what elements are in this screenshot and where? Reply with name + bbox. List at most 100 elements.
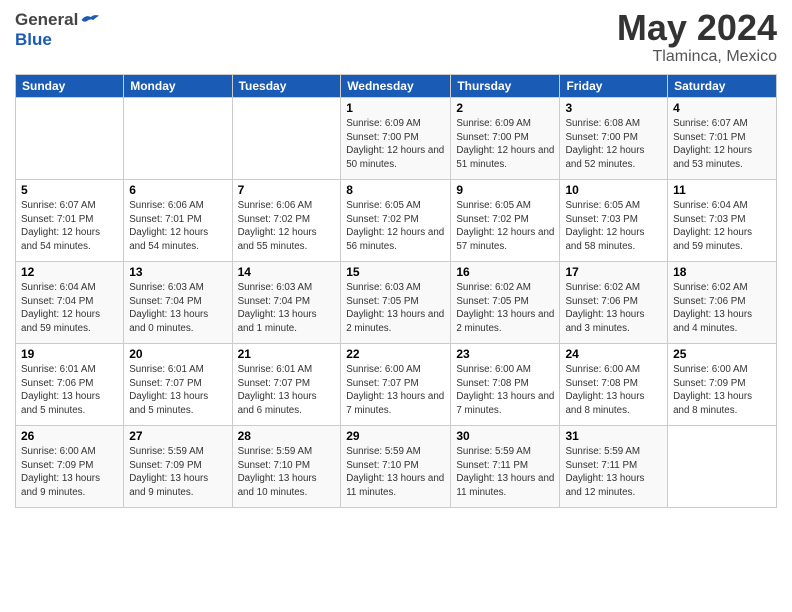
day-number: 1 (346, 101, 445, 115)
day-info: Sunrise: 6:06 AM Sunset: 7:02 PM Dayligh… (238, 199, 336, 254)
calendar-week-row: 5 Sunrise: 6:07 AM Sunset: 7:01 PM Dayli… (16, 180, 777, 262)
table-row: 29 Sunrise: 5:59 AM Sunset: 7:10 PM Dayl… (341, 426, 451, 508)
title-block: May 2024 Tlaminca, Mexico (617, 10, 777, 66)
day-number: 25 (673, 347, 771, 361)
day-info: Sunrise: 6:03 AM Sunset: 7:04 PM Dayligh… (129, 281, 226, 336)
table-row (124, 98, 232, 180)
day-info: Sunrise: 6:00 AM Sunset: 7:07 PM Dayligh… (346, 363, 445, 418)
day-number: 15 (346, 265, 445, 279)
table-row: 9 Sunrise: 6:05 AM Sunset: 7:02 PM Dayli… (451, 180, 560, 262)
day-number: 16 (456, 265, 554, 279)
table-row: 27 Sunrise: 5:59 AM Sunset: 7:09 PM Dayl… (124, 426, 232, 508)
table-row: 5 Sunrise: 6:07 AM Sunset: 7:01 PM Dayli… (16, 180, 124, 262)
col-saturday: Saturday (668, 75, 777, 98)
day-info: Sunrise: 6:05 AM Sunset: 7:03 PM Dayligh… (565, 199, 662, 254)
calendar-table: Sunday Monday Tuesday Wednesday Thursday… (15, 74, 777, 508)
day-info: Sunrise: 5:59 AM Sunset: 7:09 PM Dayligh… (129, 445, 226, 500)
day-number: 7 (238, 183, 336, 197)
day-info: Sunrise: 6:02 AM Sunset: 7:05 PM Dayligh… (456, 281, 554, 336)
day-info: Sunrise: 6:02 AM Sunset: 7:06 PM Dayligh… (565, 281, 662, 336)
day-number: 27 (129, 429, 226, 443)
logo-blue: Blue (15, 30, 52, 49)
logo-general: General (15, 10, 78, 30)
col-monday: Monday (124, 75, 232, 98)
calendar-header-row: Sunday Monday Tuesday Wednesday Thursday… (16, 75, 777, 98)
day-number: 23 (456, 347, 554, 361)
day-number: 22 (346, 347, 445, 361)
table-row: 25 Sunrise: 6:00 AM Sunset: 7:09 PM Dayl… (668, 344, 777, 426)
page: General Blue May 2024 Tlaminca, Mexico S… (0, 0, 792, 612)
table-row: 19 Sunrise: 6:01 AM Sunset: 7:06 PM Dayl… (16, 344, 124, 426)
table-row: 12 Sunrise: 6:04 AM Sunset: 7:04 PM Dayl… (16, 262, 124, 344)
table-row: 16 Sunrise: 6:02 AM Sunset: 7:05 PM Dayl… (451, 262, 560, 344)
day-number: 14 (238, 265, 336, 279)
calendar-week-row: 26 Sunrise: 6:00 AM Sunset: 7:09 PM Dayl… (16, 426, 777, 508)
day-info: Sunrise: 5:59 AM Sunset: 7:10 PM Dayligh… (238, 445, 336, 500)
col-sunday: Sunday (16, 75, 124, 98)
table-row: 14 Sunrise: 6:03 AM Sunset: 7:04 PM Dayl… (232, 262, 341, 344)
table-row: 8 Sunrise: 6:05 AM Sunset: 7:02 PM Dayli… (341, 180, 451, 262)
day-number: 3 (565, 101, 662, 115)
day-info: Sunrise: 6:03 AM Sunset: 7:05 PM Dayligh… (346, 281, 445, 336)
table-row: 3 Sunrise: 6:08 AM Sunset: 7:00 PM Dayli… (560, 98, 668, 180)
calendar-location: Tlaminca, Mexico (617, 48, 777, 66)
table-row (232, 98, 341, 180)
calendar-week-row: 19 Sunrise: 6:01 AM Sunset: 7:06 PM Dayl… (16, 344, 777, 426)
day-info: Sunrise: 5:59 AM Sunset: 7:10 PM Dayligh… (346, 445, 445, 500)
table-row: 22 Sunrise: 6:00 AM Sunset: 7:07 PM Dayl… (341, 344, 451, 426)
day-info: Sunrise: 6:03 AM Sunset: 7:04 PM Dayligh… (238, 281, 336, 336)
bird-icon (80, 11, 102, 29)
day-info: Sunrise: 6:07 AM Sunset: 7:01 PM Dayligh… (673, 117, 771, 172)
table-row: 13 Sunrise: 6:03 AM Sunset: 7:04 PM Dayl… (124, 262, 232, 344)
day-info: Sunrise: 5:59 AM Sunset: 7:11 PM Dayligh… (565, 445, 662, 500)
header: General Blue May 2024 Tlaminca, Mexico (15, 10, 777, 66)
day-number: 28 (238, 429, 336, 443)
day-number: 4 (673, 101, 771, 115)
day-number: 9 (456, 183, 554, 197)
day-number: 8 (346, 183, 445, 197)
table-row: 24 Sunrise: 6:00 AM Sunset: 7:08 PM Dayl… (560, 344, 668, 426)
day-info: Sunrise: 6:01 AM Sunset: 7:07 PM Dayligh… (238, 363, 336, 418)
day-number: 10 (565, 183, 662, 197)
table-row: 30 Sunrise: 5:59 AM Sunset: 7:11 PM Dayl… (451, 426, 560, 508)
logo-text-block: General Blue (15, 10, 102, 50)
day-info: Sunrise: 6:07 AM Sunset: 7:01 PM Dayligh… (21, 199, 118, 254)
day-number: 29 (346, 429, 445, 443)
table-row: 1 Sunrise: 6:09 AM Sunset: 7:00 PM Dayli… (341, 98, 451, 180)
table-row: 21 Sunrise: 6:01 AM Sunset: 7:07 PM Dayl… (232, 344, 341, 426)
day-info: Sunrise: 6:00 AM Sunset: 7:09 PM Dayligh… (673, 363, 771, 418)
table-row: 20 Sunrise: 6:01 AM Sunset: 7:07 PM Dayl… (124, 344, 232, 426)
table-row: 4 Sunrise: 6:07 AM Sunset: 7:01 PM Dayli… (668, 98, 777, 180)
day-number: 13 (129, 265, 226, 279)
day-info: Sunrise: 6:00 AM Sunset: 7:09 PM Dayligh… (21, 445, 118, 500)
table-row (16, 98, 124, 180)
day-number: 11 (673, 183, 771, 197)
day-number: 24 (565, 347, 662, 361)
day-info: Sunrise: 6:04 AM Sunset: 7:03 PM Dayligh… (673, 199, 771, 254)
table-row: 17 Sunrise: 6:02 AM Sunset: 7:06 PM Dayl… (560, 262, 668, 344)
calendar-week-row: 12 Sunrise: 6:04 AM Sunset: 7:04 PM Dayl… (16, 262, 777, 344)
table-row (668, 426, 777, 508)
day-number: 2 (456, 101, 554, 115)
day-info: Sunrise: 6:00 AM Sunset: 7:08 PM Dayligh… (456, 363, 554, 418)
col-tuesday: Tuesday (232, 75, 341, 98)
table-row: 6 Sunrise: 6:06 AM Sunset: 7:01 PM Dayli… (124, 180, 232, 262)
table-row: 15 Sunrise: 6:03 AM Sunset: 7:05 PM Dayl… (341, 262, 451, 344)
table-row: 28 Sunrise: 5:59 AM Sunset: 7:10 PM Dayl… (232, 426, 341, 508)
day-number: 5 (21, 183, 118, 197)
day-info: Sunrise: 5:59 AM Sunset: 7:11 PM Dayligh… (456, 445, 554, 500)
day-info: Sunrise: 6:09 AM Sunset: 7:00 PM Dayligh… (346, 117, 445, 172)
day-info: Sunrise: 6:00 AM Sunset: 7:08 PM Dayligh… (565, 363, 662, 418)
col-thursday: Thursday (451, 75, 560, 98)
table-row: 23 Sunrise: 6:00 AM Sunset: 7:08 PM Dayl… (451, 344, 560, 426)
day-info: Sunrise: 6:02 AM Sunset: 7:06 PM Dayligh… (673, 281, 771, 336)
day-info: Sunrise: 6:05 AM Sunset: 7:02 PM Dayligh… (346, 199, 445, 254)
day-number: 12 (21, 265, 118, 279)
table-row: 7 Sunrise: 6:06 AM Sunset: 7:02 PM Dayli… (232, 180, 341, 262)
calendar-week-row: 1 Sunrise: 6:09 AM Sunset: 7:00 PM Dayli… (16, 98, 777, 180)
table-row: 2 Sunrise: 6:09 AM Sunset: 7:00 PM Dayli… (451, 98, 560, 180)
table-row: 18 Sunrise: 6:02 AM Sunset: 7:06 PM Dayl… (668, 262, 777, 344)
day-info: Sunrise: 6:09 AM Sunset: 7:00 PM Dayligh… (456, 117, 554, 172)
day-info: Sunrise: 6:08 AM Sunset: 7:00 PM Dayligh… (565, 117, 662, 172)
day-number: 20 (129, 347, 226, 361)
